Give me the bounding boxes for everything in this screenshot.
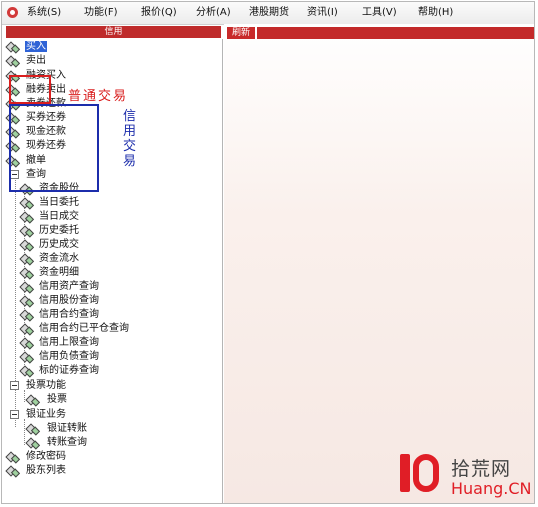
menu-analysis[interactable]: 分析(A) <box>196 7 231 19</box>
query-icon <box>20 254 34 264</box>
menu-quote[interactable]: 报价(Q) <box>141 7 177 19</box>
query-icon <box>20 296 34 306</box>
function-tree: 买入 卖出 融资买入 融券卖出 卖券还款 买券还券 现金还款 现券还券 撤单 查… <box>6 39 223 503</box>
watermark-logo <box>400 454 442 494</box>
app-window: 系统(S) 功能(F) 报价(Q) 分析(A) 港股期货 资讯(I) 工具(V)… <box>1 1 535 504</box>
tree-item-credit-assets[interactable]: 信用资产查询 <box>20 280 100 293</box>
tree-item-sell[interactable]: 卖出 <box>6 54 47 67</box>
query-icon <box>20 240 34 250</box>
query-icon <box>20 366 34 376</box>
annotation-box-credit <box>9 104 99 192</box>
list-icon <box>6 466 20 476</box>
menu-info[interactable]: 资讯(I) <box>307 7 338 19</box>
tree-folder-voting[interactable]: 投票功能 <box>6 379 67 392</box>
query-icon <box>20 226 34 236</box>
query-icon <box>20 268 34 278</box>
menu-hk-futures[interactable]: 港股期货 <box>249 7 289 19</box>
annotation-credit-trade: 信用交易 <box>123 109 137 169</box>
menu-help[interactable]: 帮助(H) <box>418 7 453 19</box>
tree-item-today-deals[interactable]: 当日成交 <box>20 210 80 223</box>
annotation-box-normal <box>9 75 51 104</box>
collapse-icon[interactable] <box>10 410 19 419</box>
watermark-cn: 拾荒网 <box>451 458 512 480</box>
toolbar-strip <box>257 27 534 39</box>
tree-item-change-password[interactable]: 修改密码 <box>6 450 67 463</box>
tree-item-credit-limit[interactable]: 信用上限查询 <box>20 336 100 349</box>
tree-item-credit-contracts[interactable]: 信用合约查询 <box>20 308 100 321</box>
vote-icon <box>26 395 40 405</box>
menu-tools[interactable]: 工具(V) <box>362 7 397 19</box>
tree-folder-bank-securities[interactable]: 银证业务 <box>6 408 67 421</box>
tree-item-closed-contracts[interactable]: 信用合约已平仓查询 <box>20 322 130 335</box>
tree-item-history-orders[interactable]: 历史委托 <box>20 224 80 237</box>
menu-system[interactable]: 系统(S) <box>27 7 61 19</box>
tree-item-target-securities[interactable]: 标的证券查询 <box>20 364 100 377</box>
watermark-en: Huang.CN <box>451 479 532 498</box>
key-icon <box>6 452 20 462</box>
annotation-normal-trade: 普通交易 <box>68 89 129 104</box>
tree-item-credit-stocks[interactable]: 信用股份查询 <box>20 294 100 307</box>
tree-item-history-deals[interactable]: 历史成交 <box>20 238 80 251</box>
transfer-icon <box>26 438 40 448</box>
query-icon <box>20 282 34 292</box>
tree-item-today-orders[interactable]: 当日委托 <box>20 196 80 209</box>
panel-header-credit[interactable]: 信用 <box>6 26 221 38</box>
content-area <box>224 24 534 503</box>
tree-item-shareholder-list[interactable]: 股东列表 <box>6 464 67 477</box>
tree-item-fund-flow[interactable]: 资金流水 <box>20 252 80 265</box>
app-logo-icon <box>7 7 18 18</box>
query-icon <box>20 338 34 348</box>
menu-function[interactable]: 功能(F) <box>84 7 118 19</box>
tree-connector <box>24 419 25 445</box>
tree-item-credit-debt[interactable]: 信用负债查询 <box>20 350 100 363</box>
query-icon <box>20 310 34 320</box>
tree-item-transfer-query[interactable]: 转账查询 <box>26 436 88 449</box>
query-icon <box>20 324 34 334</box>
menu-bar: 系统(S) 功能(F) 报价(Q) 分析(A) 港股期货 资讯(I) 工具(V)… <box>2 2 534 25</box>
collapse-icon[interactable] <box>10 381 19 390</box>
query-icon <box>20 212 34 222</box>
query-icon <box>20 352 34 362</box>
trade-icon <box>6 56 20 66</box>
query-icon <box>20 198 34 208</box>
tree-item-fund-detail[interactable]: 资金明细 <box>20 266 80 279</box>
trade-icon <box>6 42 20 52</box>
tree-item-buy[interactable]: 买入 <box>6 40 47 53</box>
refresh-button[interactable]: 刷新 <box>227 27 255 39</box>
tree-item-bank-transfer[interactable]: 银证转账 <box>26 422 88 435</box>
tree-item-vote[interactable]: 投票 <box>26 393 68 406</box>
transfer-icon <box>26 424 40 434</box>
